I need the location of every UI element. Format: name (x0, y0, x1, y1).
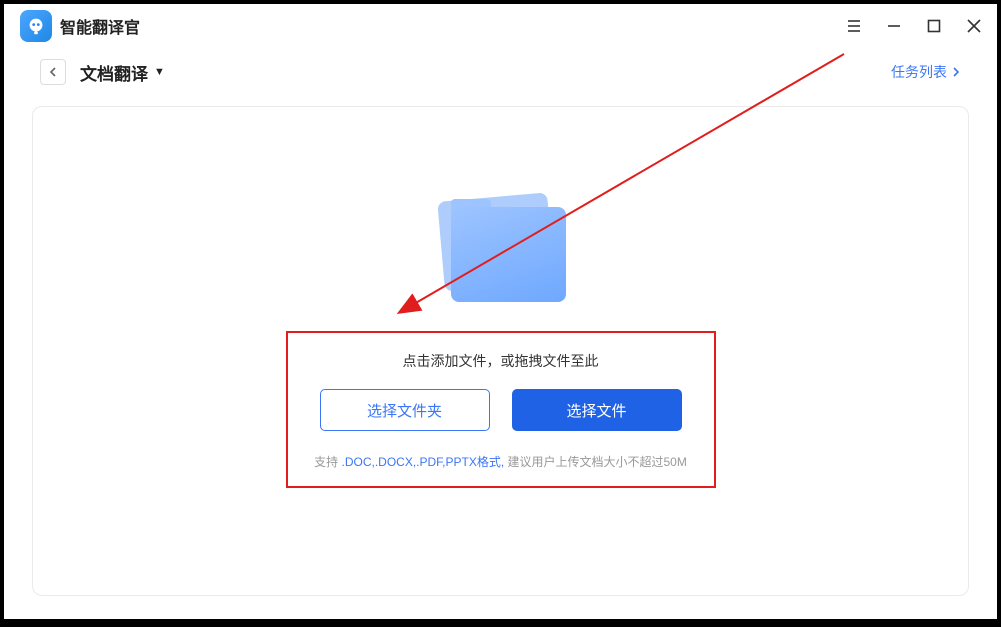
folder-illustration (411, 187, 591, 337)
support-prefix: 支持 (314, 455, 341, 469)
subheader: 文档翻译 ▼ 任务列表 (4, 48, 997, 96)
app-icon (20, 10, 52, 42)
maximize-icon[interactable] (923, 15, 945, 37)
close-icon[interactable] (963, 15, 985, 37)
drop-instruction: 点击添加文件，或拖拽文件至此 (304, 351, 698, 371)
drop-zone[interactable]: 点击添加文件，或拖拽文件至此 选择文件夹 选择文件 支持 .DOC,.DOCX,… (286, 331, 716, 488)
task-list-link[interactable]: 任务列表 (891, 62, 961, 82)
minimize-icon[interactable] (883, 15, 905, 37)
page-title: 文档翻译 (80, 60, 148, 85)
app-window: 智能翻译官 文档翻译 ▼ (4, 4, 997, 619)
choose-file-button[interactable]: 选择文件 (512, 389, 682, 431)
main-card: 点击添加文件，或拖拽文件至此 选择文件夹 选择文件 支持 .DOC,.DOCX,… (32, 106, 969, 596)
titlebar-left: 智能翻译官 (20, 10, 140, 42)
page-title-dropdown[interactable]: 文档翻译 ▼ (80, 60, 165, 85)
support-formats: .DOC,.DOCX,.PDF,PPTX格式, (341, 455, 504, 469)
button-row: 选择文件夹 选择文件 (304, 389, 698, 431)
task-list-label: 任务列表 (891, 62, 947, 82)
chevron-down-icon: ▼ (154, 66, 165, 78)
back-button[interactable] (40, 59, 66, 85)
window-controls (843, 15, 985, 37)
subheader-left: 文档翻译 ▼ (40, 59, 165, 85)
titlebar: 智能翻译官 (4, 4, 997, 48)
choose-folder-button[interactable]: 选择文件夹 (320, 389, 490, 431)
app-title: 智能翻译官 (60, 14, 140, 38)
menu-icon[interactable] (843, 15, 865, 37)
support-suffix: 建议用户上传文档大小不超过50M (504, 455, 687, 469)
support-text: 支持 .DOC,.DOCX,.PDF,PPTX格式, 建议用户上传文档大小不超过… (304, 453, 698, 470)
